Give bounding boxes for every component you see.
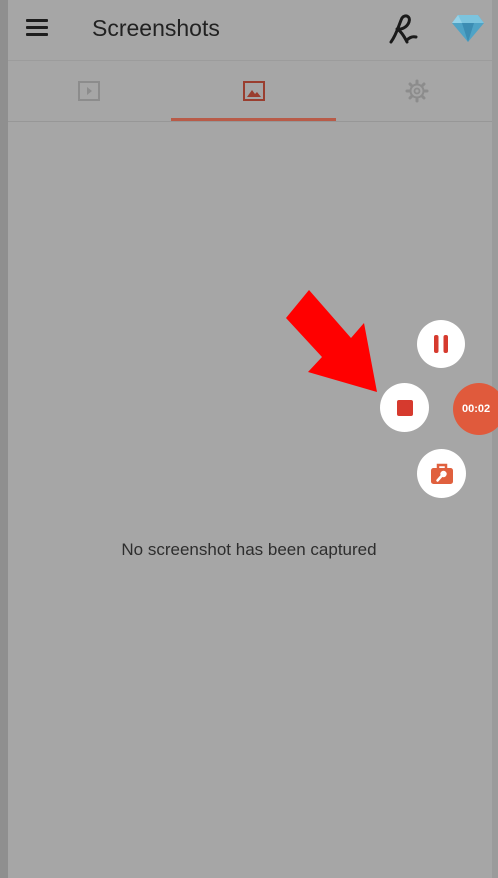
menu-icon[interactable] bbox=[24, 16, 52, 40]
brand-signature-icon[interactable] bbox=[388, 12, 420, 46]
window-edge-right bbox=[492, 0, 498, 878]
pause-icon bbox=[434, 335, 448, 353]
image-icon bbox=[242, 81, 265, 101]
window-edge-left bbox=[0, 0, 8, 878]
diamond-premium-icon[interactable] bbox=[451, 12, 485, 44]
tab-videos[interactable] bbox=[8, 61, 170, 121]
toolbox-icon bbox=[430, 463, 453, 484]
stop-icon bbox=[396, 399, 413, 416]
annotation-arrow-icon bbox=[286, 290, 377, 392]
stop-button[interactable] bbox=[380, 383, 429, 432]
recording-timer-bubble[interactable]: 00:02 bbox=[453, 383, 498, 435]
video-icon bbox=[78, 81, 100, 101]
page-title: Screenshots bbox=[92, 15, 220, 41]
tab-screenshots[interactable] bbox=[171, 61, 336, 121]
pause-button[interactable] bbox=[417, 320, 465, 368]
empty-state-message: No screenshot has been captured bbox=[121, 540, 377, 559]
toolbox-button[interactable] bbox=[417, 449, 466, 498]
gear-icon bbox=[405, 79, 429, 103]
tab-settings[interactable] bbox=[336, 61, 498, 121]
app-bar: Screenshots bbox=[8, 0, 492, 60]
selected-tab-indicator bbox=[171, 118, 336, 121]
tab-bar bbox=[8, 60, 492, 122]
